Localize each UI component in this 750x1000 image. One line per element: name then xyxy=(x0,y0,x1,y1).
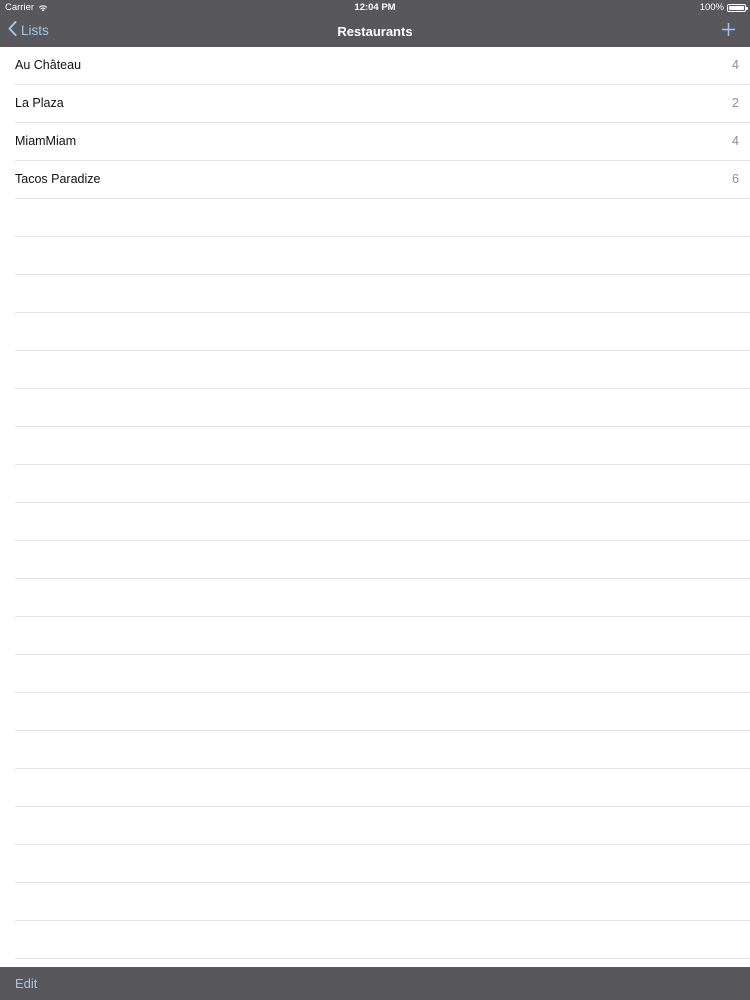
status-bar: Carrier 12:04 PM 100% xyxy=(0,0,750,15)
empty-row xyxy=(0,807,750,845)
list-item[interactable]: Tacos Paradize 6 xyxy=(0,161,750,199)
empty-row xyxy=(0,275,750,313)
restaurant-list: Au Château 4 La Plaza 2 MiamMiam 4 Tacos… xyxy=(0,47,750,959)
list-item[interactable]: MiamMiam 4 xyxy=(0,123,750,161)
empty-row xyxy=(0,465,750,503)
empty-row xyxy=(0,693,750,731)
list-item[interactable]: La Plaza 2 xyxy=(0,85,750,123)
list-item-count: 4 xyxy=(732,58,739,72)
status-time: 12:04 PM xyxy=(354,2,396,13)
list-item-name: La Plaza xyxy=(15,96,64,110)
list-item-name: Au Château xyxy=(15,58,82,72)
empty-row xyxy=(0,655,750,693)
list-item-count: 6 xyxy=(732,172,739,186)
empty-row xyxy=(0,237,750,275)
bottom-toolbar: Edit xyxy=(0,967,750,1000)
battery-icon xyxy=(727,3,748,12)
list-item-name: Tacos Paradize xyxy=(15,172,101,186)
page-title: Restaurants xyxy=(337,24,413,39)
list-item-count: 4 xyxy=(732,134,739,148)
edit-button[interactable]: Edit xyxy=(15,976,37,991)
empty-row xyxy=(0,617,750,655)
battery-percent: 100% xyxy=(699,2,724,13)
empty-row xyxy=(0,199,750,237)
list-item-name: MiamMiam xyxy=(15,134,77,148)
empty-row xyxy=(0,351,750,389)
list-item-count: 2 xyxy=(732,96,739,110)
navigation-bar: Lists Restaurants xyxy=(0,15,750,47)
empty-row xyxy=(0,845,750,883)
top-bar: Carrier 12:04 PM 100% Lists Restaurants xyxy=(0,0,750,47)
battery-fill xyxy=(729,5,744,10)
empty-row xyxy=(0,313,750,351)
empty-row xyxy=(0,769,750,807)
empty-row xyxy=(0,427,750,465)
empty-row xyxy=(0,921,750,959)
empty-row xyxy=(0,389,750,427)
empty-row xyxy=(0,503,750,541)
list-item[interactable]: Au Château 4 xyxy=(0,47,750,85)
empty-row xyxy=(0,541,750,579)
plus-icon xyxy=(721,23,736,41)
add-button[interactable] xyxy=(721,22,736,37)
empty-row xyxy=(0,579,750,617)
status-battery: 100% xyxy=(699,0,748,15)
empty-row xyxy=(0,731,750,769)
empty-row xyxy=(0,883,750,921)
